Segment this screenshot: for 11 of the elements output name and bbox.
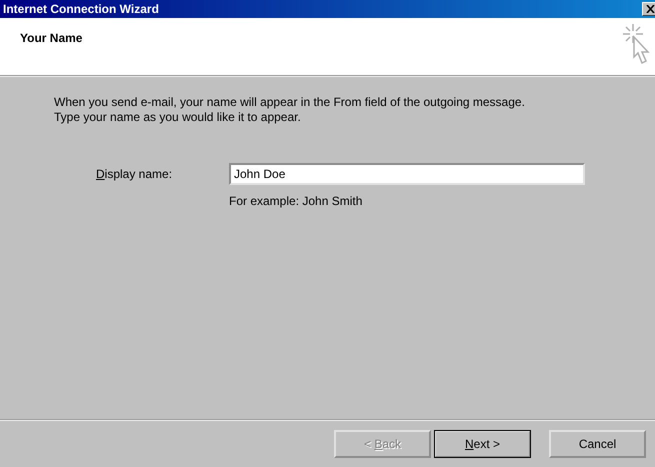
close-button[interactable] (642, 2, 655, 16)
page-heading: Your Name (20, 31, 82, 45)
cancel-button[interactable]: Cancel (549, 430, 646, 458)
display-name-field[interactable]: John Doe (229, 163, 585, 185)
example-hint: For example: John Smith (229, 194, 364, 208)
close-icon (646, 5, 654, 13)
next-button[interactable]: Next > (434, 430, 531, 458)
window-title: Internet Connection Wizard (3, 2, 159, 16)
field-label: Display name: (96, 167, 174, 181)
cursor-sparkle-icon (621, 23, 651, 65)
instructions-text: When you send e-mail, your name will appear in the From field of the outgoing message. Type your name as you would like it to appear. (54, 95, 526, 125)
